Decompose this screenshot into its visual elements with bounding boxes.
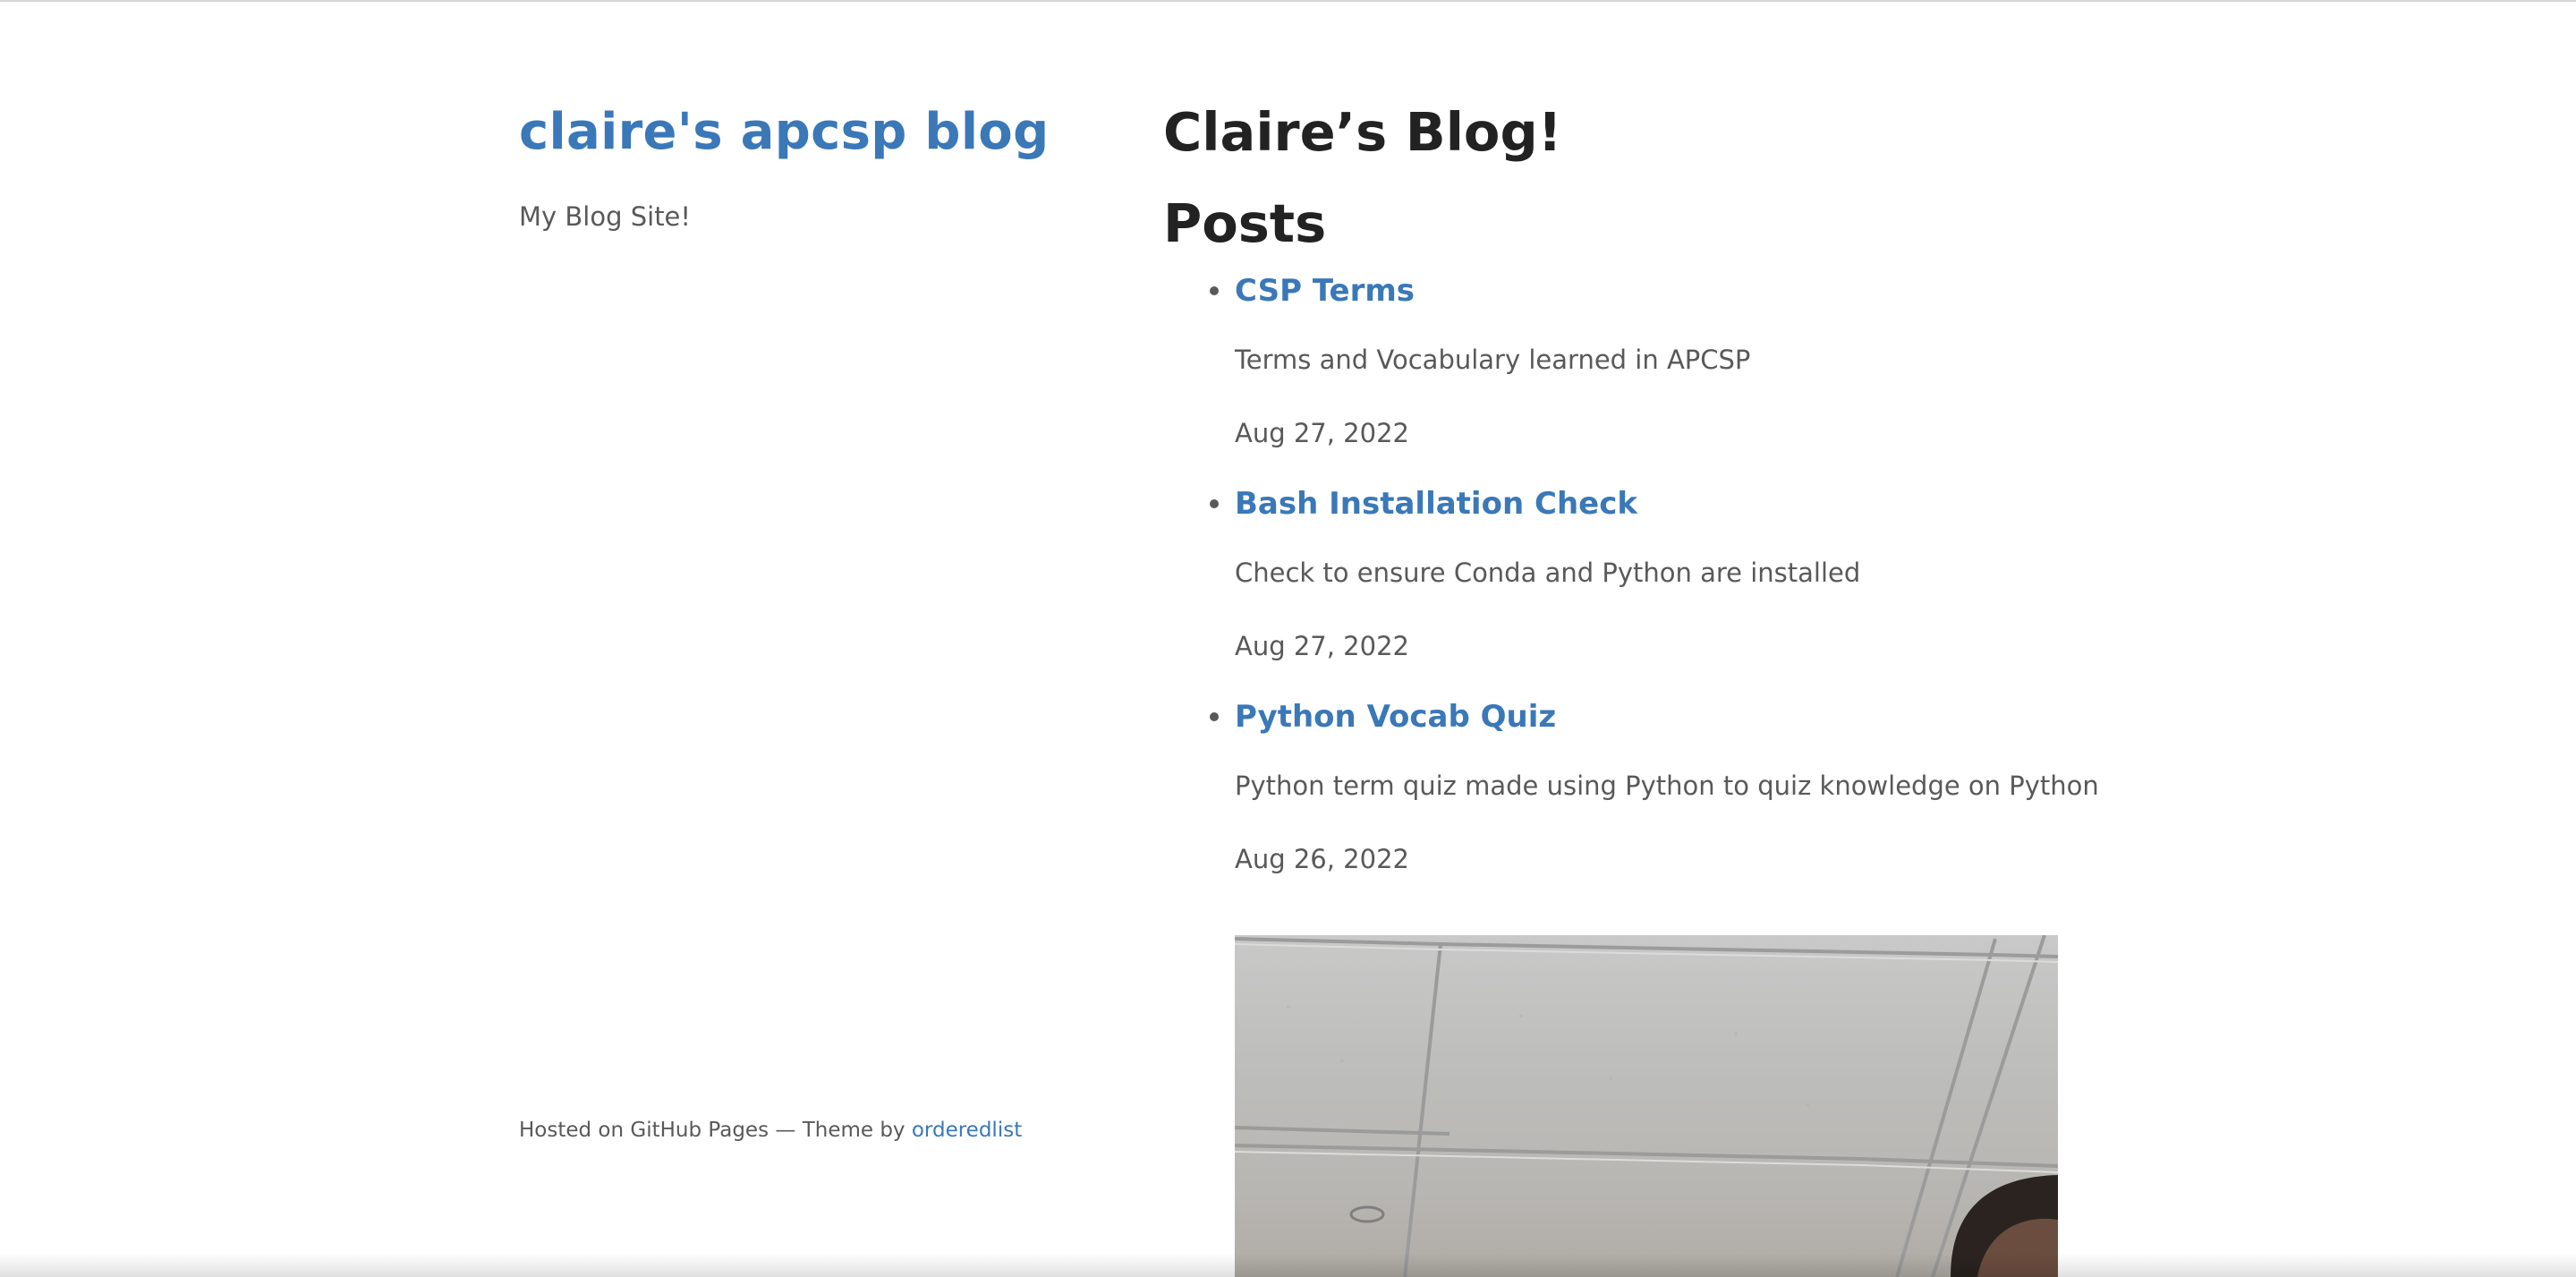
window-bottom-shadow bbox=[0, 1253, 2576, 1277]
post-date: Aug 27, 2022 bbox=[1235, 418, 1409, 448]
blog-title: Claire’s Blog! bbox=[1163, 101, 1562, 163]
ceiling-photo-illustration bbox=[1235, 935, 2058, 1277]
post-list: CSP Terms Terms and Vocabulary learned i… bbox=[1163, 270, 2099, 877]
sidebar: claire's apcsp blog My Blog Site! bbox=[519, 97, 1092, 234]
list-bullet bbox=[1210, 499, 1219, 508]
post-title-link[interactable]: Python Vocab Quiz bbox=[1235, 696, 2058, 737]
post-item: CSP Terms Terms and Vocabulary learned i… bbox=[1163, 270, 2058, 451]
footer-text: Hosted on GitHub Pages — Theme by bbox=[519, 1119, 912, 1142]
post-photo bbox=[1235, 935, 2058, 1277]
site-footer: Hosted on GitHub Pages — Theme by ordere… bbox=[519, 1119, 1022, 1142]
posts-heading: Posts bbox=[1163, 192, 1327, 254]
post-description: Check to ensure Conda and Python are ins… bbox=[1235, 558, 1861, 588]
post-description: Terms and Vocabulary learned in APCSP bbox=[1235, 345, 1751, 375]
page-wrapper: claire's apcsp blog My Blog Site! Hosted… bbox=[0, 0, 2576, 1277]
post-title-link[interactable]: Bash Installation Check bbox=[1235, 483, 2058, 524]
site-description: My Blog Site! bbox=[519, 201, 692, 232]
main-content: Claire’s Blog! Posts CSP Terms Terms and… bbox=[1163, 97, 2099, 877]
site-title-link[interactable]: claire's apcsp blog bbox=[519, 97, 1092, 168]
post-title-link[interactable]: CSP Terms bbox=[1235, 270, 2058, 311]
post-item: Python Vocab Quiz Python term quiz made … bbox=[1163, 696, 2099, 877]
post-date: Aug 26, 2022 bbox=[1235, 844, 1409, 874]
post-date: Aug 27, 2022 bbox=[1235, 631, 1409, 661]
list-bullet bbox=[1210, 286, 1219, 295]
list-bullet bbox=[1210, 712, 1219, 721]
theme-author-link[interactable]: orderedlist bbox=[912, 1119, 1022, 1142]
post-item: Bash Installation Check Check to ensure … bbox=[1163, 483, 2058, 664]
post-description: Python term quiz made using Python to qu… bbox=[1235, 770, 2099, 801]
